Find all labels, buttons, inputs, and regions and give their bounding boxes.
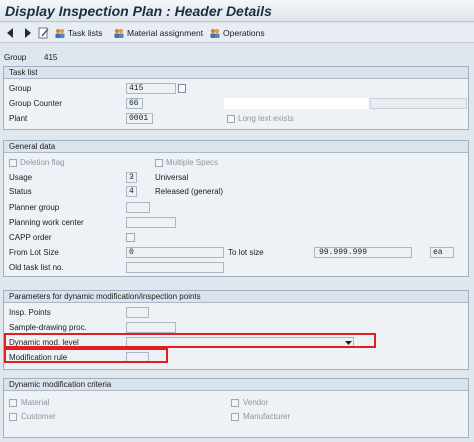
pencil-glasses-icon <box>38 27 50 39</box>
multiple-specs-checkbox[interactable] <box>155 159 163 167</box>
sample-drawing-field[interactable] <box>126 322 176 333</box>
manufacturer-checkbox[interactable] <box>231 413 239 421</box>
operations-label: Operations <box>223 28 265 38</box>
status-text: Released (general) <box>155 187 224 196</box>
description-field-extension <box>370 98 467 109</box>
window-title: Display Inspection Plan : Header Details <box>5 3 272 19</box>
task-lists-button[interactable]: Task lists <box>54 26 102 40</box>
dynamic-params-title: Parameters for dynamic modification/insp… <box>4 291 468 303</box>
material-label: Material <box>21 398 50 407</box>
customer-checkbox[interactable] <box>9 413 17 421</box>
insp-points-label: Insp. Points <box>9 308 51 317</box>
dynamic-criteria-section: Dynamic modification criteria Material V… <box>3 378 469 438</box>
planner-group-field[interactable] <box>126 202 150 213</box>
sample-drawing-label: Sample-drawing proc. <box>9 323 87 332</box>
usage-text: Universal <box>155 173 189 182</box>
operations-button[interactable]: Operations <box>209 26 265 40</box>
dynamic-criteria-title: Dynamic modification criteria <box>4 379 468 391</box>
plant-label: Plant <box>9 114 28 123</box>
multiple-specs-label: Multiple Specs <box>166 158 219 167</box>
to-lot-size-field[interactable]: 99.999.999 <box>314 247 412 258</box>
from-lot-size-field[interactable]: 0 <box>126 247 224 258</box>
material-assignment-button[interactable]: Material assignment <box>113 26 203 40</box>
forward-arrow-icon[interactable] <box>24 26 32 40</box>
to-lot-size-label: To lot size <box>228 248 264 257</box>
deletion-flag-checkbox[interactable] <box>9 159 17 167</box>
from-lot-size-label: From Lot Size <box>9 248 59 257</box>
deletion-flag-label: Deletion flag <box>20 158 65 167</box>
insp-points-field[interactable] <box>126 307 149 318</box>
planner-group-label: Planner group <box>9 203 60 212</box>
material-assignment-label: Material assignment <box>127 28 204 38</box>
application-toolbar: Task lists Material assignment Operation… <box>0 23 474 43</box>
description-field[interactable] <box>224 98 368 109</box>
long-text-label: Long text exists <box>238 114 294 123</box>
customer-label: Customer <box>21 412 56 421</box>
manufacturer-label: Manufacturer <box>243 412 291 421</box>
planning-work-center-label: Planning work center <box>9 218 84 227</box>
title-bar: Display Inspection Plan : Header Details <box>0 0 474 22</box>
general-data-title: General data <box>4 141 468 153</box>
plant-field[interactable]: 0001 <box>126 113 153 124</box>
header-group-value: 415 <box>44 53 58 62</box>
unit-field[interactable]: ea <box>430 247 454 258</box>
vendor-checkbox[interactable] <box>231 399 239 407</box>
people-icon <box>209 27 221 39</box>
task-lists-label: Task lists <box>68 28 103 38</box>
highlight-modification-rule <box>4 348 168 363</box>
usage-field[interactable]: 3 <box>126 172 137 183</box>
capp-order-checkbox[interactable] <box>126 233 135 242</box>
task-list-title: Task list <box>4 67 468 79</box>
material-checkbox[interactable] <box>9 399 17 407</box>
people-icon <box>54 27 66 39</box>
planning-work-center-field[interactable] <box>126 217 176 228</box>
status-field[interactable]: 4 <box>126 186 137 197</box>
group-counter-label: Group Counter <box>9 99 62 108</box>
vendor-label: Vendor <box>243 398 269 407</box>
general-data-section: General data Deletion flag Multiple Spec… <box>3 140 469 277</box>
capp-order-label: CAPP order <box>9 233 52 242</box>
highlight-dynamic-mod-level <box>4 333 376 348</box>
usage-label: Usage <box>9 173 33 182</box>
header-group-label: Group <box>4 53 27 62</box>
group-counter-field[interactable]: 66 <box>126 98 143 109</box>
group-field[interactable]: 415 <box>126 83 176 94</box>
edit-display-toggle-button[interactable] <box>38 26 52 40</box>
group-label: Group <box>9 84 32 93</box>
old-task-list-field[interactable] <box>126 262 224 273</box>
status-label: Status <box>9 187 32 196</box>
people-icon <box>113 27 125 39</box>
old-task-list-label: Old task list no. <box>9 263 64 272</box>
back-arrow-icon[interactable] <box>6 26 14 40</box>
task-list-section: Task list Group 415 Group Counter 66 Pla… <box>3 66 469 130</box>
group-search-help-icon[interactable] <box>178 84 186 93</box>
long-text-checkbox[interactable] <box>227 115 235 123</box>
